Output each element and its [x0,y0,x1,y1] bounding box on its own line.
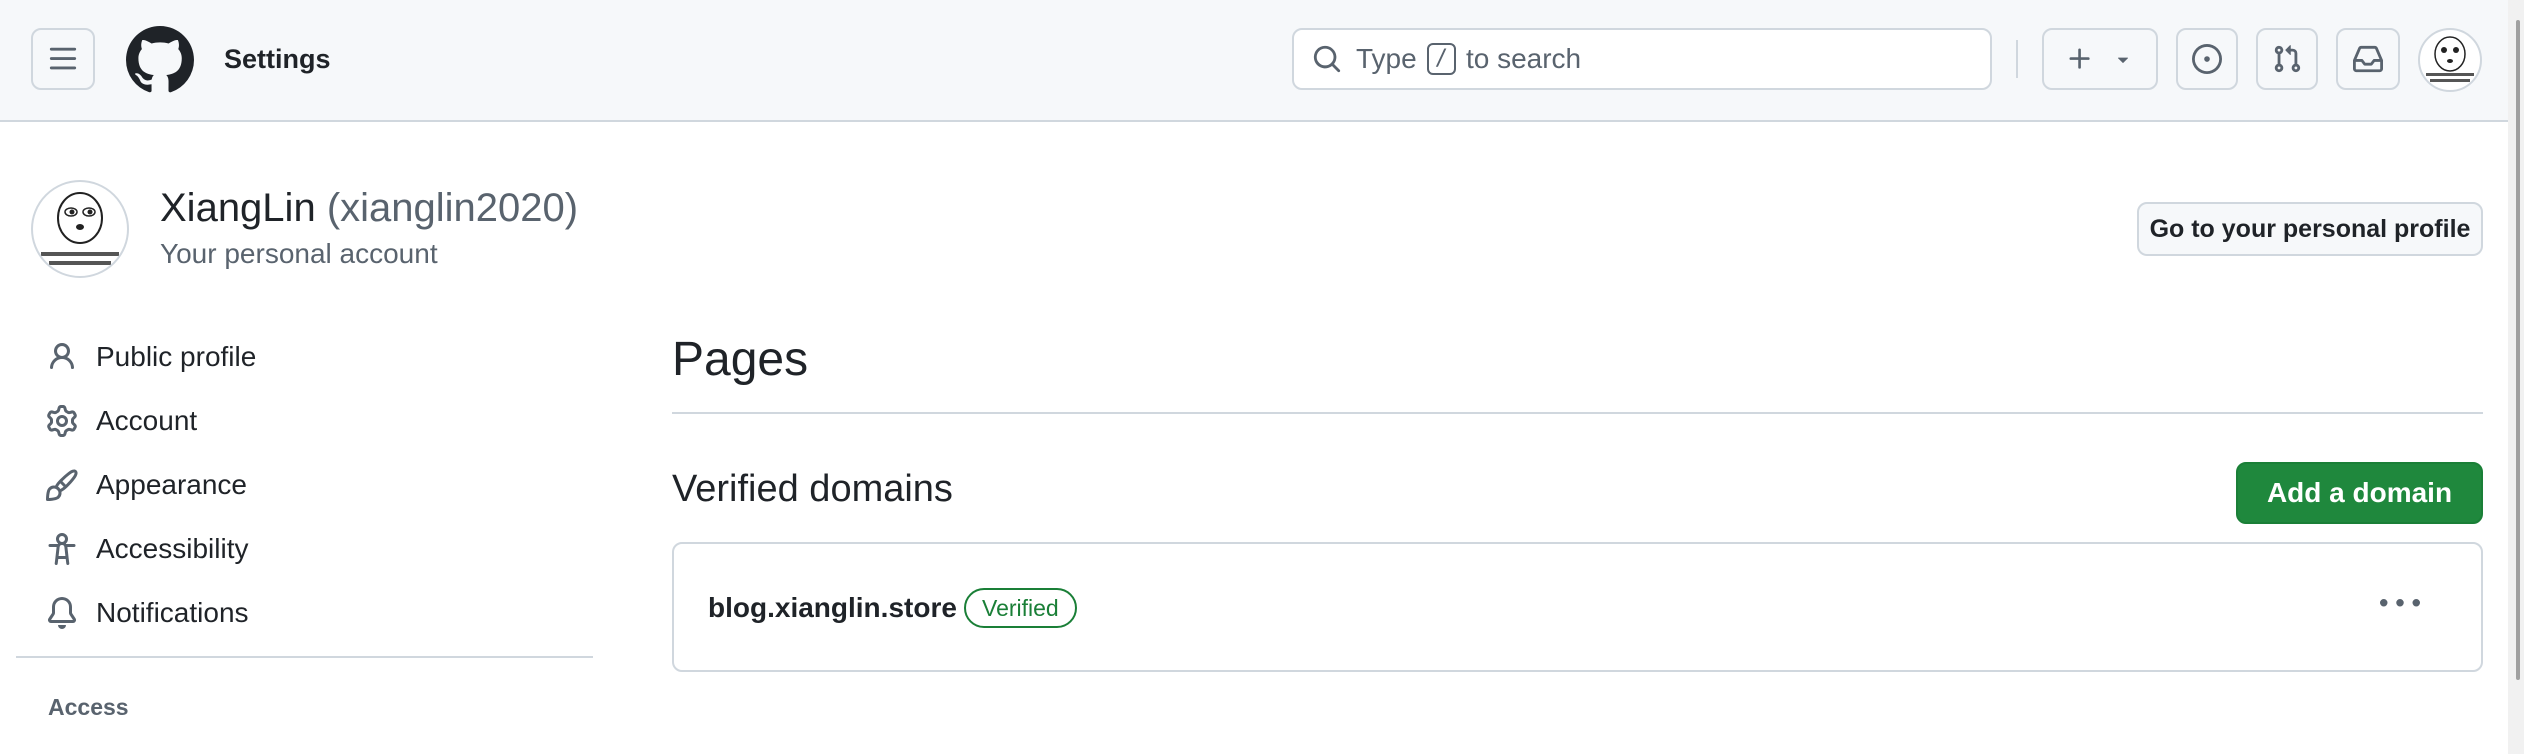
heading-divider [672,412,2483,414]
pull-requests-button[interactable] [2256,28,2318,90]
domain-list-item: blog.xianglin.store Verified [672,542,2483,672]
profile-avatar [31,180,129,278]
page-title: Pages [672,333,809,386]
page-context-title[interactable]: Settings [224,44,331,75]
header-divider [2016,40,2018,78]
domain-name: blog.xianglin.store [708,592,957,623]
sidebar-item-label: Notifications [96,597,249,628]
person-icon [44,339,80,375]
search-input[interactable]: Type / to search [1292,28,1992,90]
add-domain-button[interactable]: Add a domain [2236,462,2483,524]
sidebar-item-label: Public profile [96,341,257,372]
verified-badge: Verified [964,588,1077,628]
search-placeholder: Type / to search [1356,43,1581,75]
section-title: Verified domains [672,468,953,510]
gear-icon [44,403,80,439]
accessibility-icon [44,531,80,567]
avatar-image [41,192,119,265]
pull-request-icon [2274,45,2301,73]
kebab-horizontal-icon [2380,599,2420,607]
account-handle: (xianglin2020) [326,186,579,230]
search-placeholder-after: to search [1465,43,1582,74]
sidebar-item-label: Appearance [96,469,248,500]
issues-button[interactable] [2176,28,2238,90]
domain-options-button[interactable] [2370,582,2430,626]
inbox-icon [2353,45,2383,73]
account-subtitle: Your personal account [160,238,438,269]
sidebar-item-accessibility[interactable]: Accessibility [44,524,248,574]
sidebar-section-access: Access [48,694,129,720]
go-to-profile-button[interactable]: Go to your personal profile [2137,202,2483,256]
inbox-button[interactable] [2336,28,2400,90]
github-logo[interactable] [126,26,194,94]
avatar-image [2426,36,2474,82]
sidebar-item-notifications[interactable]: Notifications [44,588,249,638]
sidebar-item-label: Accessibility [96,533,249,564]
account-display-name: XiangLin [160,186,316,230]
menu-button[interactable] [31,28,95,90]
triangle-down-icon [2117,57,2129,63]
user-avatar-menu[interactable] [2418,28,2482,92]
sidebar-divider [16,656,593,658]
top-header: Settings Type / to search [0,0,2524,122]
page-scrollbar-thumb[interactable] [2516,20,2520,680]
account-name[interactable]: XiangLin (xianglin2020) [160,186,578,231]
search-shortcut-key: / [1426,43,1456,75]
bell-icon [44,595,80,631]
issue-icon [2192,44,2222,74]
paintbrush-icon [44,467,80,503]
sidebar-item-label: Account [96,405,198,436]
sidebar-item-appearance[interactable]: Appearance [44,460,247,510]
create-new-button[interactable] [2042,28,2158,90]
search-placeholder-before: Type [1356,43,1417,74]
search-icon [1313,45,1341,73]
plus-icon [2069,48,2090,69]
sidebar-item-account[interactable]: Account [44,396,197,446]
sidebar-item-public-profile[interactable]: Public profile [44,332,256,382]
hamburger-icon [49,47,77,70]
